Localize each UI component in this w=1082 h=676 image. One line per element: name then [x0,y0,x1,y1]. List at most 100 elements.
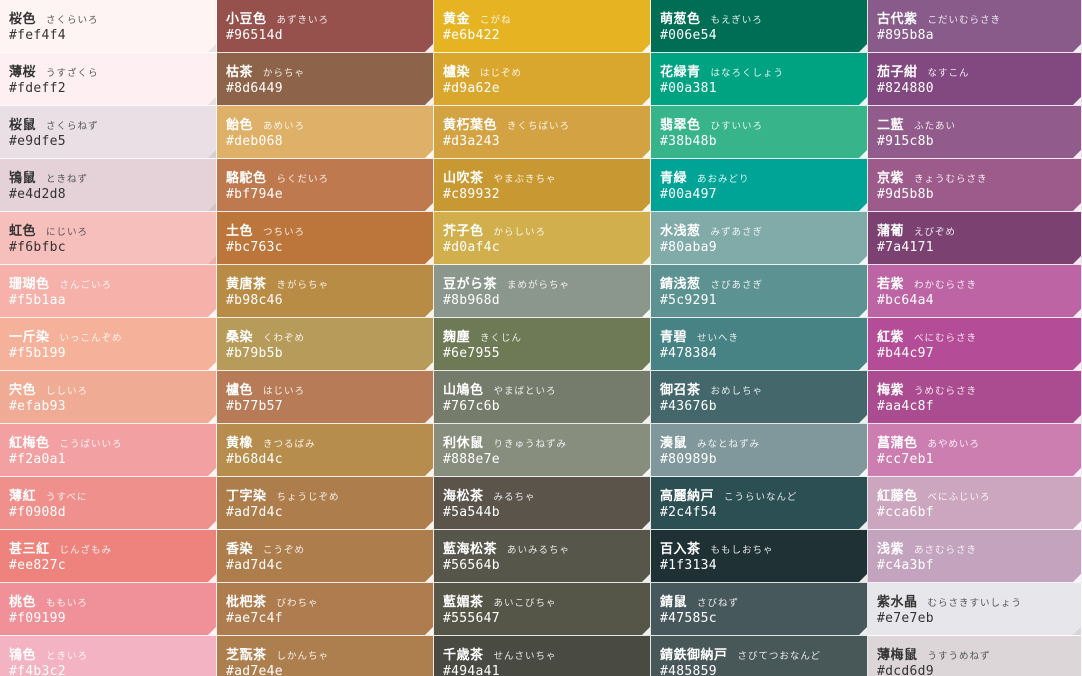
color-reading: こうばいいろ [59,439,123,450]
color-swatch-header: 櫨色 はじいろ [226,381,305,400]
color-swatch[interactable]: 宍色 ししいろ #efab93 [0,371,217,424]
color-swatch[interactable]: 百入茶 ももしおちゃ #1f3134 [651,530,868,583]
color-swatch[interactable]: 駱駝色 らくだいろ #bf794e [217,159,434,212]
color-swatch[interactable]: 海松茶 みるちゃ #5a544b [434,477,651,530]
color-reading: こうらいなんど [724,492,798,503]
color-swatch[interactable]: 湊鼠 みなとねずみ #80989b [651,424,868,477]
color-swatch[interactable]: 櫨染 はじぞめ #d9a62e [434,53,651,106]
color-swatch[interactable]: 芝翫茶 しかんちゃ #ad7e4e [217,636,434,676]
color-swatch[interactable]: 黄朽葉色 きくちばいろ #d3a243 [434,106,651,159]
color-name: 麹塵 [443,330,471,345]
color-swatch[interactable]: 土色 つちいろ #bc763c [217,212,434,265]
color-swatch[interactable]: 薄桜 うすざくら #fdeff2 [0,53,217,106]
color-swatch[interactable]: 翡翠色 ひすいいろ #38b48b [651,106,868,159]
color-name: 珊瑚色 [9,277,50,292]
color-swatch[interactable]: 黄金 こがね #e6b422 [434,0,651,53]
color-swatch[interactable]: 桜鼠 さくらねず #e9dfe5 [0,106,217,159]
color-swatch[interactable]: 藍海松茶 あいみるちゃ #56564b [434,530,651,583]
color-swatch[interactable]: 錆鉄御納戸 さびてつおなんど #485859 [651,636,868,676]
color-swatch-header: 紅梅色 こうばいいろ [9,434,123,453]
color-swatch[interactable]: 甚三紅 じんざもみ #ee827c [0,530,217,583]
color-swatch[interactable]: 錆浅葱 さびあさぎ #5c9291 [651,265,868,318]
color-hex-code: #d9a62e [443,81,500,96]
color-swatch-header: 枯茶 からちゃ [226,63,305,82]
color-swatch[interactable]: 御召茶 おめしちゃ #43676b [651,371,868,424]
color-hex-code: #38b48b [660,134,717,149]
color-swatch[interactable]: 紅梅色 こうばいいろ #f2a0a1 [0,424,217,477]
color-swatch[interactable]: 錆鼠 さびねず #47585c [651,583,868,636]
color-reading: からちゃ [263,68,306,79]
color-swatch[interactable]: 丁字染 ちょうじぞめ #ad7d4c [217,477,434,530]
color-name: 藍海松茶 [443,542,498,557]
color-swatch[interactable]: 茄子紺 なすこん #824880 [868,53,1082,106]
color-swatch[interactable]: 水浅葱 みずあさぎ #80aba9 [651,212,868,265]
color-name: 菖蒲色 [877,436,918,451]
color-swatch[interactable]: 若紫 わかむらさき #bc64a4 [868,265,1082,318]
color-swatch[interactable]: 萌葱色 もえぎいろ #006e54 [651,0,868,53]
color-hex-code: #bc763c [226,240,283,255]
color-swatch[interactable]: 蒲葡 えびぞめ #7a4171 [868,212,1082,265]
color-swatch-header: 山吹茶 やまぶきちゃ [443,169,557,188]
color-swatch[interactable]: 櫨色 はじいろ #b77b57 [217,371,434,424]
color-name: 山吹茶 [443,171,484,186]
color-swatch[interactable]: 小豆色 あずきいろ #96514d [217,0,434,53]
color-swatch-header: 黄唐茶 きがらちゃ [226,275,329,294]
color-swatch[interactable]: 豆がら茶 まめがらちゃ #8b968d [434,265,651,318]
color-swatch[interactable]: 飴色 あめいろ #deb068 [217,106,434,159]
color-reading: くわぞめ [263,333,306,344]
color-reading: びわちゃ [276,598,319,609]
color-swatch-header: 珊瑚色 さんごいろ [9,275,112,294]
color-hex-code: #2c4f54 [660,505,717,520]
color-swatch[interactable]: 古代紫 こだいむらさき #895b8a [868,0,1082,53]
color-swatch[interactable]: 桜色 さくらいろ #fef4f4 [0,0,217,53]
color-hex-code: #47585c [660,611,717,626]
color-swatch-header: 水浅葱 みずあさぎ [660,222,763,241]
color-swatch[interactable]: 二藍 ふたあい #915c8b [868,106,1082,159]
color-swatch[interactable]: 高麗納戸 こうらいなんど #2c4f54 [651,477,868,530]
color-swatch[interactable]: 桑染 くわぞめ #b79b5b [217,318,434,371]
color-hex-code: #56564b [443,558,500,573]
color-swatch[interactable]: 紅紫 べにむらさき #b44c97 [868,318,1082,371]
color-swatch[interactable]: 花緑青 はなろくしょう #00a381 [651,53,868,106]
color-swatch[interactable]: 鴇鼠 ときねず #e4d2d8 [0,159,217,212]
color-hex-code: #efab93 [9,399,66,414]
color-swatch[interactable]: 京紫 きょうむらさき #9d5b8b [868,159,1082,212]
color-swatch[interactable]: 黄唐茶 きがらちゃ #b98c46 [217,265,434,318]
color-swatch[interactable]: 枯茶 からちゃ #8d6449 [217,53,434,106]
color-swatch[interactable]: 枇杷茶 びわちゃ #ae7c4f [217,583,434,636]
color-hex-code: #b98c46 [226,293,283,308]
color-reading: いっこんぞめ [59,333,123,344]
color-swatch[interactable]: 虹色 にじいろ #f6bfbc [0,212,217,265]
color-swatch[interactable]: 浅紫 あさむらさき #c4a3bf [868,530,1082,583]
color-swatch[interactable]: 千歳茶 せんさいちゃ #494a41 [434,636,651,676]
color-swatch[interactable]: 青緑 あおみどり #00a497 [651,159,868,212]
color-swatch[interactable]: 薄梅鼠 うすうめねず #dcd6d9 [868,636,1082,676]
color-swatch[interactable]: 紫水晶 むらさきすいしょう #e7e7eb [868,583,1082,636]
color-hex-code: #00a381 [660,81,717,96]
color-swatch[interactable]: 珊瑚色 さんごいろ #f5b1aa [0,265,217,318]
color-swatch[interactable]: 梅紫 うめむらさき #aa4c8f [868,371,1082,424]
color-swatch[interactable]: 麹塵 きくじん #6e7955 [434,318,651,371]
color-swatch-header: 紫水晶 むらさきすいしょう [877,593,1022,612]
color-swatch[interactable]: 藍媚茶 あいこびちゃ #555647 [434,583,651,636]
color-swatch[interactable]: 一斤染 いっこんぞめ #f5b199 [0,318,217,371]
color-name: 紅梅色 [9,436,50,451]
color-hex-code: #e6b422 [443,28,500,43]
color-swatch-header: 桑染 くわぞめ [226,328,305,347]
color-swatch[interactable]: 桃色 ももいろ #f09199 [0,583,217,636]
color-swatch[interactable]: 鴇色 ときいろ #f4b3c2 [0,636,217,676]
color-swatch[interactable]: 黄橡 きつるばみ #b68d4c [217,424,434,477]
color-reading: さびてつおなんど [737,651,822,662]
color-swatch[interactable]: 紅藤色 べにふじいろ #cca6bf [868,477,1082,530]
color-swatch[interactable]: 山鳩色 やまばといろ #767c6b [434,371,651,424]
color-swatch[interactable]: 青碧 せいへき #478384 [651,318,868,371]
color-swatch[interactable]: 薄紅 うすべに #f0908d [0,477,217,530]
color-swatch[interactable]: 山吹茶 やまぶきちゃ #c89932 [434,159,651,212]
color-swatch[interactable]: 菖蒲色 あやめいろ #cc7eb1 [868,424,1082,477]
color-swatch[interactable]: 香染 こうぞめ #ad7d4c [217,530,434,583]
color-reading: りきゅうねずみ [493,439,568,450]
color-swatch[interactable]: 芥子色 からしいろ #d0af4c [434,212,651,265]
color-swatch[interactable]: 利休鼠 りきゅうねずみ #888e7e [434,424,651,477]
color-swatch-header: 海松茶 みるちゃ [443,487,536,506]
color-reading: あさむらさき [914,545,978,556]
